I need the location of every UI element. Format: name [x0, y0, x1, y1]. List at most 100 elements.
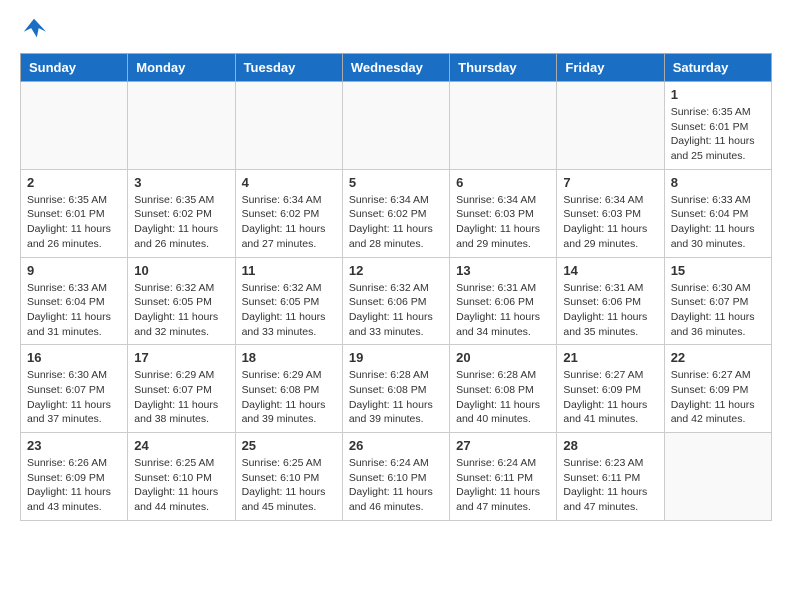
day-number: 10 [134, 263, 228, 278]
calendar-cell [128, 82, 235, 170]
day-info: Sunrise: 6:31 AM Sunset: 6:06 PM Dayligh… [456, 281, 550, 340]
day-number: 27 [456, 438, 550, 453]
calendar-cell: 10 Sunrise: 6:32 AM Sunset: 6:05 PM Dayli… [128, 257, 235, 345]
calendar-table: SundayMondayTuesdayWednesdayThursdayFrid… [20, 53, 772, 521]
day-number: 7 [563, 175, 657, 190]
day-info: Sunrise: 6:30 AM Sunset: 6:07 PM Dayligh… [27, 368, 121, 427]
calendar-cell: 11 Sunrise: 6:32 AM Sunset: 6:05 PM Dayli… [235, 257, 342, 345]
day-info: Sunrise: 6:25 AM Sunset: 6:10 PM Dayligh… [242, 456, 336, 515]
day-info: Sunrise: 6:30 AM Sunset: 6:07 PM Dayligh… [671, 281, 765, 340]
day-number: 28 [563, 438, 657, 453]
page-header [20, 15, 772, 43]
day-number: 6 [456, 175, 550, 190]
day-info: Sunrise: 6:34 AM Sunset: 6:03 PM Dayligh… [563, 193, 657, 252]
calendar-cell [557, 82, 664, 170]
calendar-header: SundayMondayTuesdayWednesdayThursdayFrid… [21, 54, 772, 82]
calendar-cell [450, 82, 557, 170]
weekday-header-saturday: Saturday [664, 54, 771, 82]
day-number: 5 [349, 175, 443, 190]
day-number: 22 [671, 350, 765, 365]
weekday-header-sunday: Sunday [21, 54, 128, 82]
day-info: Sunrise: 6:23 AM Sunset: 6:11 PM Dayligh… [563, 456, 657, 515]
day-info: Sunrise: 6:34 AM Sunset: 6:03 PM Dayligh… [456, 193, 550, 252]
calendar-cell: 12 Sunrise: 6:32 AM Sunset: 6:06 PM Dayli… [342, 257, 449, 345]
day-number: 3 [134, 175, 228, 190]
day-number: 23 [27, 438, 121, 453]
calendar-cell: 13Sunrise: 6:31 AM Sunset: 6:06 PM Dayli… [450, 257, 557, 345]
calendar-cell: 20 Sunrise: 6:28 AM Sunset: 6:08 PM Dayli… [450, 345, 557, 433]
day-number: 12 [349, 263, 443, 278]
day-number: 9 [27, 263, 121, 278]
day-number: 2 [27, 175, 121, 190]
calendar-cell: 5Sunrise: 6:34 AM Sunset: 6:02 PM Daylig… [342, 169, 449, 257]
day-info: Sunrise: 6:32 AM Sunset: 6:05 PM Dayligh… [242, 281, 336, 340]
calendar-cell [664, 433, 771, 521]
calendar-cell: 16 Sunrise: 6:30 AM Sunset: 6:07 PM Dayli… [21, 345, 128, 433]
calendar-cell: 22Sunrise: 6:27 AM Sunset: 6:09 PM Dayli… [664, 345, 771, 433]
calendar-cell: 26 Sunrise: 6:24 AM Sunset: 6:10 PM Dayli… [342, 433, 449, 521]
calendar-week-2: 9 Sunrise: 6:33 AM Sunset: 6:04 PM Daylig… [21, 257, 772, 345]
day-info: Sunrise: 6:28 AM Sunset: 6:08 PM Dayligh… [349, 368, 443, 427]
day-info: Sunrise: 6:32 AM Sunset: 6:06 PM Dayligh… [349, 281, 443, 340]
calendar-cell: 7 Sunrise: 6:34 AM Sunset: 6:03 PM Daylig… [557, 169, 664, 257]
day-number: 26 [349, 438, 443, 453]
calendar-week-0: 1 Sunrise: 6:35 AM Sunset: 6:01 PM Daylig… [21, 82, 772, 170]
day-number: 21 [563, 350, 657, 365]
weekday-header-tuesday: Tuesday [235, 54, 342, 82]
day-info: Sunrise: 6:24 AM Sunset: 6:11 PM Dayligh… [456, 456, 550, 515]
day-number: 11 [242, 263, 336, 278]
day-number: 8 [671, 175, 765, 190]
calendar-cell: 3 Sunrise: 6:35 AM Sunset: 6:02 PM Daylig… [128, 169, 235, 257]
day-info: Sunrise: 6:33 AM Sunset: 6:04 PM Dayligh… [671, 193, 765, 252]
weekday-header-row: SundayMondayTuesdayWednesdayThursdayFrid… [21, 54, 772, 82]
calendar-cell: 14 Sunrise: 6:31 AM Sunset: 6:06 PM Dayli… [557, 257, 664, 345]
day-number: 15 [671, 263, 765, 278]
logo-icon [20, 15, 48, 43]
day-number: 24 [134, 438, 228, 453]
calendar-cell: 8 Sunrise: 6:33 AM Sunset: 6:04 PM Daylig… [664, 169, 771, 257]
calendar-cell: 18Sunrise: 6:29 AM Sunset: 6:08 PM Dayli… [235, 345, 342, 433]
day-info: Sunrise: 6:26 AM Sunset: 6:09 PM Dayligh… [27, 456, 121, 515]
day-number: 18 [242, 350, 336, 365]
calendar-week-3: 16 Sunrise: 6:30 AM Sunset: 6:07 PM Dayli… [21, 345, 772, 433]
calendar-cell: 23 Sunrise: 6:26 AM Sunset: 6:09 PM Dayli… [21, 433, 128, 521]
calendar-cell: 24Sunrise: 6:25 AM Sunset: 6:10 PM Dayli… [128, 433, 235, 521]
day-info: Sunrise: 6:35 AM Sunset: 6:01 PM Dayligh… [671, 105, 765, 164]
day-number: 25 [242, 438, 336, 453]
day-number: 1 [671, 87, 765, 102]
day-number: 4 [242, 175, 336, 190]
calendar-body: 1 Sunrise: 6:35 AM Sunset: 6:01 PM Daylig… [21, 82, 772, 521]
day-info: Sunrise: 6:27 AM Sunset: 6:09 PM Dayligh… [563, 368, 657, 427]
day-info: Sunrise: 6:24 AM Sunset: 6:10 PM Dayligh… [349, 456, 443, 515]
calendar-cell: 27 Sunrise: 6:24 AM Sunset: 6:11 PM Dayli… [450, 433, 557, 521]
calendar-cell: 1 Sunrise: 6:35 AM Sunset: 6:01 PM Daylig… [664, 82, 771, 170]
calendar-week-1: 2 Sunrise: 6:35 AM Sunset: 6:01 PM Daylig… [21, 169, 772, 257]
day-info: Sunrise: 6:35 AM Sunset: 6:02 PM Dayligh… [134, 193, 228, 252]
day-info: Sunrise: 6:29 AM Sunset: 6:07 PM Dayligh… [134, 368, 228, 427]
day-info: Sunrise: 6:32 AM Sunset: 6:05 PM Dayligh… [134, 281, 228, 340]
calendar-cell: 6 Sunrise: 6:34 AM Sunset: 6:03 PM Daylig… [450, 169, 557, 257]
weekday-header-thursday: Thursday [450, 54, 557, 82]
day-number: 17 [134, 350, 228, 365]
day-number: 16 [27, 350, 121, 365]
calendar-week-4: 23 Sunrise: 6:26 AM Sunset: 6:09 PM Dayli… [21, 433, 772, 521]
day-info: Sunrise: 6:33 AM Sunset: 6:04 PM Dayligh… [27, 281, 121, 340]
calendar-cell: 4Sunrise: 6:34 AM Sunset: 6:02 PM Daylig… [235, 169, 342, 257]
day-info: Sunrise: 6:28 AM Sunset: 6:08 PM Dayligh… [456, 368, 550, 427]
day-number: 19 [349, 350, 443, 365]
calendar-cell: 19 Sunrise: 6:28 AM Sunset: 6:08 PM Dayli… [342, 345, 449, 433]
day-number: 20 [456, 350, 550, 365]
calendar-cell: 17 Sunrise: 6:29 AM Sunset: 6:07 PM Dayli… [128, 345, 235, 433]
day-info: Sunrise: 6:35 AM Sunset: 6:01 PM Dayligh… [27, 193, 121, 252]
weekday-header-friday: Friday [557, 54, 664, 82]
calendar-cell: 9 Sunrise: 6:33 AM Sunset: 6:04 PM Daylig… [21, 257, 128, 345]
day-number: 14 [563, 263, 657, 278]
calendar-cell [21, 82, 128, 170]
day-info: Sunrise: 6:31 AM Sunset: 6:06 PM Dayligh… [563, 281, 657, 340]
calendar-cell: 28 Sunrise: 6:23 AM Sunset: 6:11 PM Dayli… [557, 433, 664, 521]
calendar-cell [235, 82, 342, 170]
weekday-header-wednesday: Wednesday [342, 54, 449, 82]
calendar-cell: 2 Sunrise: 6:35 AM Sunset: 6:01 PM Daylig… [21, 169, 128, 257]
calendar-cell: 21 Sunrise: 6:27 AM Sunset: 6:09 PM Dayli… [557, 345, 664, 433]
weekday-header-monday: Monday [128, 54, 235, 82]
